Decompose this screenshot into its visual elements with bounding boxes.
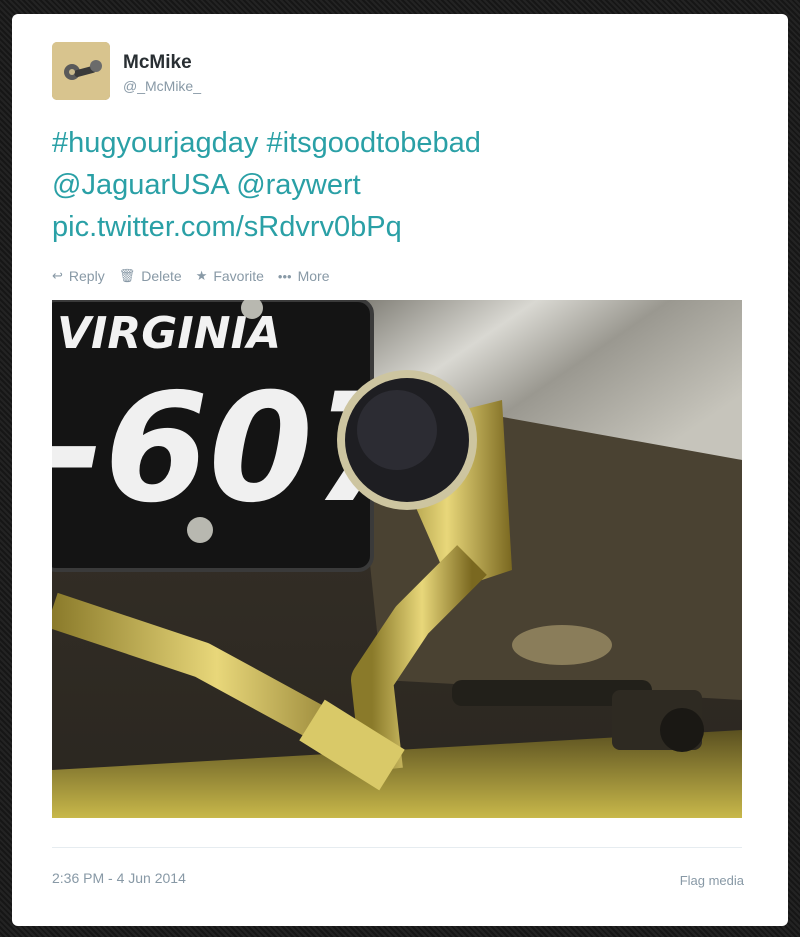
star-icon: ★	[195, 268, 208, 283]
favorite-label: Favorite	[213, 268, 264, 284]
user-name[interactable]: McMike	[123, 52, 192, 74]
trash-icon: 🗑	[118, 268, 136, 283]
flag-media-link[interactable]: Flag media	[680, 873, 744, 888]
delete-button[interactable]: 🗑 Delete	[119, 268, 182, 284]
avatar[interactable]	[52, 42, 110, 100]
tweet-line-hashtags[interactable]: #hugyourjagday #itsgoodtobebad	[52, 122, 752, 164]
reply-label: Reply	[68, 268, 105, 284]
reply-button[interactable]: ↩ Reply	[52, 268, 105, 284]
tweet-photo[interactable]: VIRGINIA -607	[52, 300, 742, 818]
tweet-card: McMike @_McMike_ #hugyourjagday #itsgood…	[12, 14, 788, 926]
more-dots-icon: •••	[277, 268, 292, 284]
favorite-button[interactable]: ★ Favorite	[196, 268, 264, 284]
tweet-line-pic-link[interactable]: pic.twitter.com/sRdvrv0bPq	[52, 206, 752, 248]
exhaust-photo: VIRGINIA -607	[52, 300, 742, 818]
delete-label: Delete	[141, 268, 182, 284]
user-handle[interactable]: @_McMike_	[123, 78, 201, 94]
divider	[52, 847, 742, 848]
more-label: More	[297, 268, 330, 284]
tweet-text: #hugyourjagday #itsgoodtobebad @JaguarUS…	[52, 122, 752, 248]
tweet-actions: ↩ Reply 🗑 Delete ★ Favorite ••• More	[52, 266, 343, 286]
tweet-line-mentions[interactable]: @JaguarUSA @raywert	[52, 164, 752, 206]
avatar-image	[52, 42, 110, 100]
more-button[interactable]: ••• More	[278, 268, 330, 284]
tweet-timestamp[interactable]: 2:36 PM - 4 Jun 2014	[52, 870, 186, 886]
reply-icon: ↩	[52, 268, 63, 283]
